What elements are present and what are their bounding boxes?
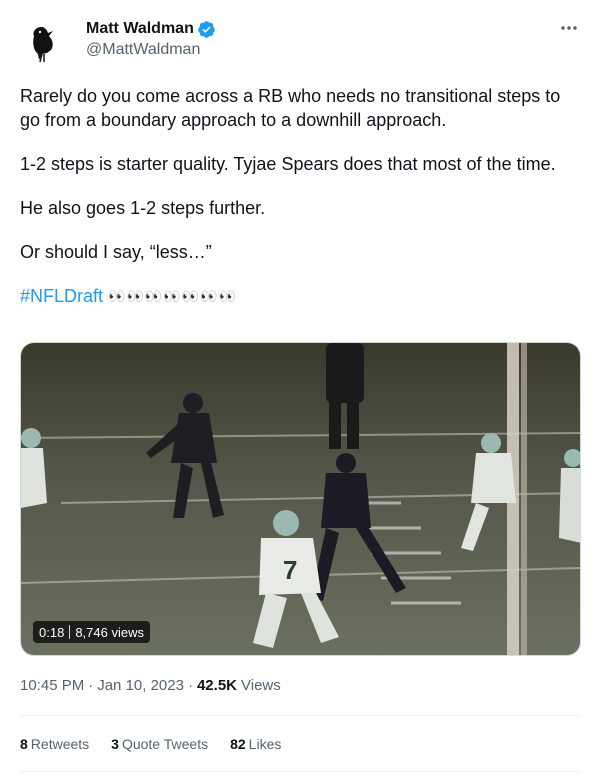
author-handle[interactable]: @MattWaldman [86,41,216,59]
retweets-count: 8 [20,736,28,752]
likes-label: Likes [248,736,282,752]
more-options-button[interactable] [559,18,579,38]
retweets-stat[interactable]: 8 Retweets [20,736,89,752]
hashtag-link[interactable]: #NFLDraft [20,286,103,306]
football-video-frame: 7 [21,343,580,655]
video-player[interactable]: 7 0:18 8,746 views [20,342,581,656]
tweet-paragraph: 1-2 steps is starter quality. Tyjae Spea… [20,154,556,174]
more-dots-icon [561,26,577,30]
badge-separator [69,625,71,639]
display-name[interactable]: Matt Waldman [86,20,194,38]
views-label: Views [241,677,281,694]
tweet-text: Rarely do you come across a RB who needs… [20,84,580,328]
video-duration-badge: 0:18 8,746 views [33,621,150,643]
tweet-paragraph: He also goes 1-2 steps further. [20,198,266,218]
divider [20,771,581,772]
video-duration: 0:18 [39,624,65,640]
likes-stat[interactable]: 82 Likes [230,736,281,752]
retweets-label: Retweets [30,736,90,752]
avatar[interactable] [20,16,68,64]
hashtag-line: #NFLDraft 👀👀👀👀👀👀👀 [20,284,580,308]
tweet-card: Matt Waldman @MattWaldman Rarely do you … [0,0,599,777]
tweet-paragraph: Or should I say, “less…” [20,242,212,262]
tweet-header: Matt Waldman @MattWaldman [20,14,585,64]
views-count: 42.5K [196,677,237,694]
likes-count: 82 [230,736,246,752]
divider [20,715,581,716]
quote-label: Quote Tweets [121,736,209,752]
tweet-paragraph: Rarely do you come across a RB who needs… [20,86,561,130]
engagement-stats: 8 Retweets 3 Quote Tweets 82 Likes [20,736,303,752]
quote-count: 3 [111,736,119,752]
tweet-date[interactable]: Jan 10, 2023 [97,677,184,694]
quote-tweets-stat[interactable]: 3 Quote Tweets [111,736,208,752]
crow-avatar-icon [20,16,68,64]
verified-badge-icon [198,20,215,38]
tweet-time[interactable]: 10:45 PM [20,677,84,694]
meta-separator: · [88,677,94,694]
video-views: 8,746 views [75,624,144,640]
meta-separator: · [187,677,193,694]
tweet-meta: 10:45 PM · Jan 10, 2023 · 42.5K Views [20,677,281,694]
author-names: Matt Waldman @MattWaldman [86,18,216,59]
eyes-emoji: 👀👀👀👀👀👀👀 [108,288,238,304]
svg-text:7: 7 [283,555,297,585]
